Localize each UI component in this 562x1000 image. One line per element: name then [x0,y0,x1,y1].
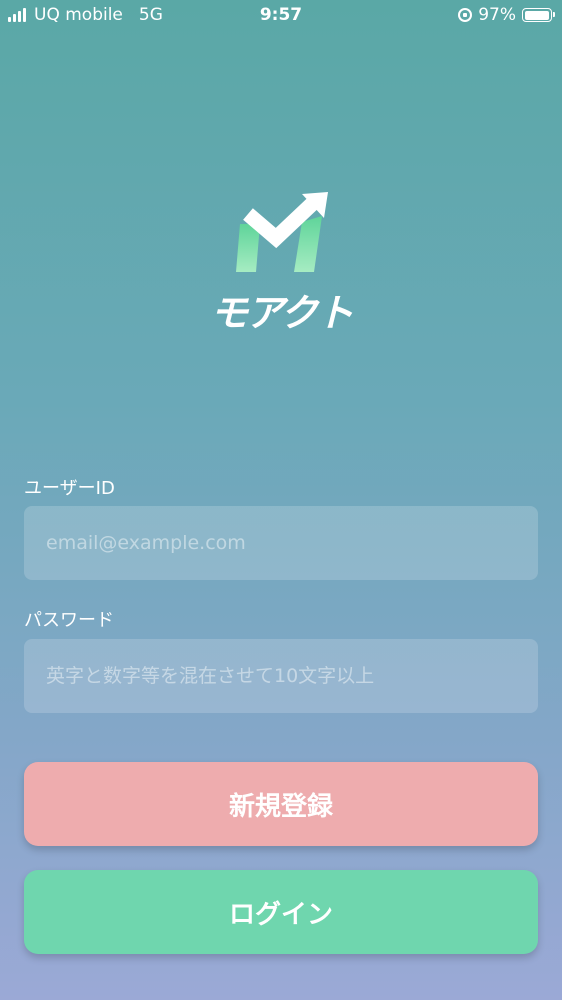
rotation-lock-icon [458,8,473,22]
user-id-input[interactable] [24,506,538,580]
register-button[interactable]: 新規登録 [24,762,538,846]
password-label: パスワード [24,610,114,631]
battery-percent: 97% [478,5,516,25]
status-bar: UQ mobile 5G 9:57 97% [0,0,562,32]
user-id-label: ユーザーID [24,478,115,499]
login-button[interactable]: ログイン [24,870,538,954]
app-logo-wordmark: モアクト [209,291,354,335]
battery-fill [524,10,549,20]
password-input[interactable] [24,639,538,713]
battery-icon [522,8,555,22]
status-right: 97% [458,5,555,25]
